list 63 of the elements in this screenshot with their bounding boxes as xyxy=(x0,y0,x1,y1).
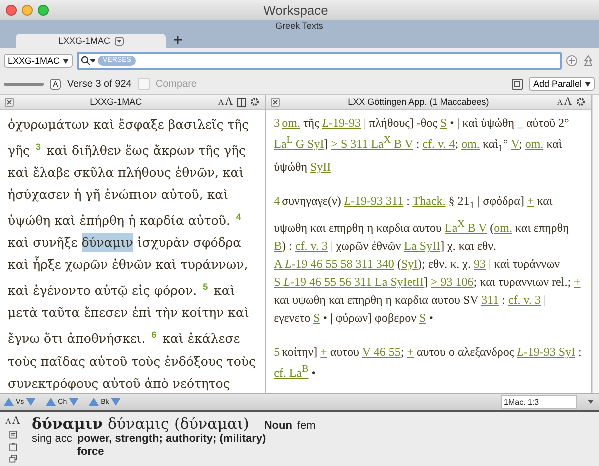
verse-number: 5 xyxy=(202,282,210,292)
apparatus-link[interactable]: om. xyxy=(462,137,480,151)
apparatus-link[interactable]: + xyxy=(407,344,414,359)
slider-thumb[interactable]: A xyxy=(50,78,62,90)
add-parallel-button[interactable]: Add Parallel xyxy=(529,77,595,91)
verse-number: 6 xyxy=(150,330,158,340)
apparatus-link[interactable]: om. xyxy=(282,116,300,130)
compare-label: Compare xyxy=(156,78,197,90)
apparatus-link[interactable]: om. xyxy=(494,220,512,235)
module-dropdown[interactable]: LXXG-1MAC xyxy=(4,54,74,68)
gender: fem xyxy=(297,420,316,432)
pane-title[interactable]: LXXG-1MAC xyxy=(18,97,214,107)
apparatus-link[interactable]: La$^{X}$ B V xyxy=(444,220,488,235)
apparatus-link[interactable]: La SyII xyxy=(404,238,441,253)
apparatus-link[interactable]: cf. v. 3 xyxy=(508,292,542,307)
apparatus-link[interactable]: cf. v. 3 xyxy=(295,238,328,253)
font-size-buttons[interactable]: AA xyxy=(557,96,572,108)
apparatus-entry: 4 συνηγαγε(ν) L-19-93 311 : Thack. § 21$_{1}$ | σφόδρα] + και υψωθη και επηρθη η καρδια αυτου La$^{X}$ B V (om. και επηρθη B) : cf. v. 3 | χωρῶν ἐθνῶν La SyII] χ. και εθν. A L-19 46 55 58 311 340 (SyI); εθν. κ. χ. 93 | καὶ τυράννων S L-19 46 55 56 311 La SyIetII] > 93 106; και τυραννιων rel.; + και υψωθη και επηρθη η καρδια αυτου SV 311 : cf. v. 3 | εγενετο S • | φύρων] φοβερον S • xyxy=(274,193,582,327)
window-subtitle: Greek Texts xyxy=(274,20,324,32)
apparatus-link[interactable]: L-19-93 311 xyxy=(344,194,404,208)
window-title: Workspace xyxy=(262,2,330,18)
apparatus-link[interactable]: cf. v. 4 xyxy=(422,137,456,151)
apparatus-link[interactable]: B xyxy=(274,238,282,253)
reference-field[interactable]: 1Mac. 1:3 xyxy=(501,395,577,409)
apparatus-link[interactable]: + xyxy=(320,344,328,359)
apparatus-link[interactable]: + xyxy=(574,274,581,289)
font-size-buttons[interactable]: AA xyxy=(218,96,234,108)
apparatus-link[interactable]: SyII xyxy=(310,160,332,174)
apparatus-link[interactable]: cf. La$^{B}$ xyxy=(274,366,309,380)
part-of-speech: Noun xyxy=(264,420,292,432)
apparatus-link[interactable]: 311 xyxy=(482,292,500,307)
verse-status: Verse 3 of 924 xyxy=(67,78,132,90)
font-size-buttons[interactable]: AA xyxy=(6,415,20,427)
gloss: power, strength; authority; (military) force xyxy=(77,433,268,459)
apparatus-link[interactable]: L-19-93 xyxy=(322,116,361,130)
lemma: δύναμις xyxy=(108,415,170,433)
apparatus-link[interactable]: S xyxy=(314,310,320,325)
apparatus-link[interactable]: om. xyxy=(525,137,544,151)
apparatus-link[interactable]: L-19-93 SyI xyxy=(517,344,576,359)
pane-title[interactable]: LXX Göttingen App. (1 Maccabees) xyxy=(284,97,554,107)
apparatus-link[interactable]: S xyxy=(420,310,426,325)
apparatus-link[interactable]: S L-19 46 55 56 311 La SyIetII xyxy=(274,274,424,289)
apparatus-link[interactable]: + xyxy=(527,194,534,208)
apparatus-link[interactable]: SyI xyxy=(401,256,418,271)
apparatus-entry: 3 om. τῆς L-19-93 | πλήθους] -θος S • | καὶ ὑψώθη _ αὐτοῦ 2° La$^{L}$ G SyI] > S 311 La$^{X}$ B V : cf. v. 4; om. καὶ$_{1}$° V; om. καὶ ὑψώθη SyII xyxy=(274,115,570,176)
parsing: sing acc xyxy=(32,433,72,445)
root-word: (δύναμαι) xyxy=(174,415,250,433)
apparatus-link[interactable]: La$^{L}$ G SyI xyxy=(274,137,324,151)
greek-text: ὀχυρωμάτων καὶ ἔσφαξε βασιλεῖς τῆς γῆς $^{3}$ καὶ διῆλθεν ἕως ἄκρων τῆς γῆς καὶ ἔλαβε σκῦλα πλήθους ἐθνῶν, καὶ ἡσύχασεν ἡ γῆ ἐνώπιον αὐτοῦ, καὶ ὑψώθη καὶ ἐπήρθη ἡ καρδία αὐτοῦ. $^{4}$ καὶ συνῆξε δύναμιν ἰσχυρὰν σφόδρα καὶ ἦρξε χωρῶν ἐθνῶν καὶ τυράννων, καὶ ἐγένοντο αὐτῷ εἰς φόρον. $^{5}$ καὶ μετὰ ταῦτα ἔπεσεν ἐπὶ τὴν κοίτην καὶ ἔγνω ὅτι ἀποθνήσκει. $^{6}$ καὶ ἐκάλεσε τοὺς παῖδας αὐτοῦ τοὺς ἐνδόξους τοὺς συνεκτρόφους αὐτοῦ ἀπὸ νεότητος xyxy=(8,116,257,393)
word-form: δύναμιν xyxy=(32,415,104,433)
apparatus-link[interactable]: 93 xyxy=(474,256,486,271)
apparatus-link[interactable]: > 93 106 xyxy=(431,274,474,289)
verse-number: 4 xyxy=(235,212,242,222)
apparatus-link[interactable]: V 46 55 xyxy=(362,344,401,359)
selected-word[interactable]: δύναμιν xyxy=(82,233,134,252)
apparatus-link[interactable]: V xyxy=(511,137,519,151)
apparatus-entry: 5 κοίτην] + αυτου V 46 55; + αυτου ο αλεξανδρος L-19-93 SyI : cf. La$^{B}$ • xyxy=(274,344,583,382)
apparatus-link[interactable]: A L-19 46 55 58 311 340 xyxy=(274,256,394,271)
apparatus-link[interactable]: Thack. xyxy=(412,194,446,208)
verse-number: 3 xyxy=(34,142,42,152)
apparatus-link[interactable]: > S 311 La$^{X}$ B V xyxy=(331,137,414,151)
apparatus-link[interactable]: S xyxy=(440,116,448,130)
workspace-tab[interactable]: LXXG-1MAC xyxy=(16,34,166,48)
